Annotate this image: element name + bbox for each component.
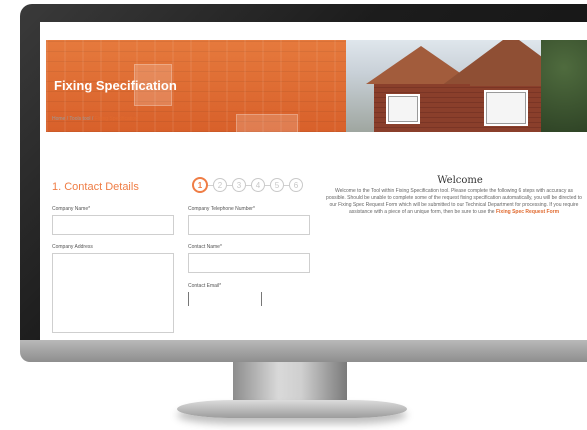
company-name-label: Company Name* <box>52 206 91 212</box>
step-2[interactable]: 2 <box>213 178 227 192</box>
house-photo <box>346 40 587 132</box>
breadcrumb-current: Fixing Specification <box>94 116 138 122</box>
company-phone-label: Company Telephone Number* <box>188 206 255 212</box>
step-5[interactable]: 5 <box>270 178 284 192</box>
company-phone-input[interactable] <box>188 215 310 235</box>
monitor-screen: Fixing Specification Home / Tools tool /… <box>40 22 587 340</box>
monitor-chin <box>20 340 587 362</box>
step-1[interactable]: 1 <box>192 177 208 193</box>
step-4[interactable]: 4 <box>251 178 265 192</box>
tree-foliage <box>541 40 587 132</box>
hero-window-decoration <box>236 114 298 132</box>
step-6[interactable]: 6 <box>289 178 303 192</box>
house-window <box>484 90 528 126</box>
page-title: Fixing Specification <box>54 78 177 93</box>
breadcrumb-tools[interactable]: Tools tool <box>69 116 90 122</box>
company-address-label: Company Address <box>52 244 93 250</box>
company-address-textarea[interactable] <box>52 253 174 333</box>
fixing-spec-request-link[interactable]: Fixing Spec Request Form <box>496 209 559 215</box>
company-name-input[interactable] <box>52 215 174 235</box>
welcome-heading: Welcome <box>437 175 483 186</box>
monitor-stand-base <box>177 400 407 418</box>
contact-name-input[interactable] <box>188 253 310 273</box>
section-title: 1. Contact Details <box>52 181 139 193</box>
house-window <box>386 94 420 124</box>
breadcrumb-home[interactable]: Home <box>52 116 65 122</box>
contact-email-input[interactable] <box>188 292 262 306</box>
step-indicator: 1 2 3 4 5 6 <box>192 177 303 193</box>
welcome-text: Welcome to the Tool within Fixing Specif… <box>326 188 582 216</box>
breadcrumb: Home / Tools tool / Fixing Specification <box>52 116 138 122</box>
monitor-stand-neck <box>233 362 347 404</box>
step-3[interactable]: 3 <box>232 178 246 192</box>
contact-name-label: Contact Name* <box>188 244 222 250</box>
contact-email-label: Contact Email* <box>188 283 222 289</box>
